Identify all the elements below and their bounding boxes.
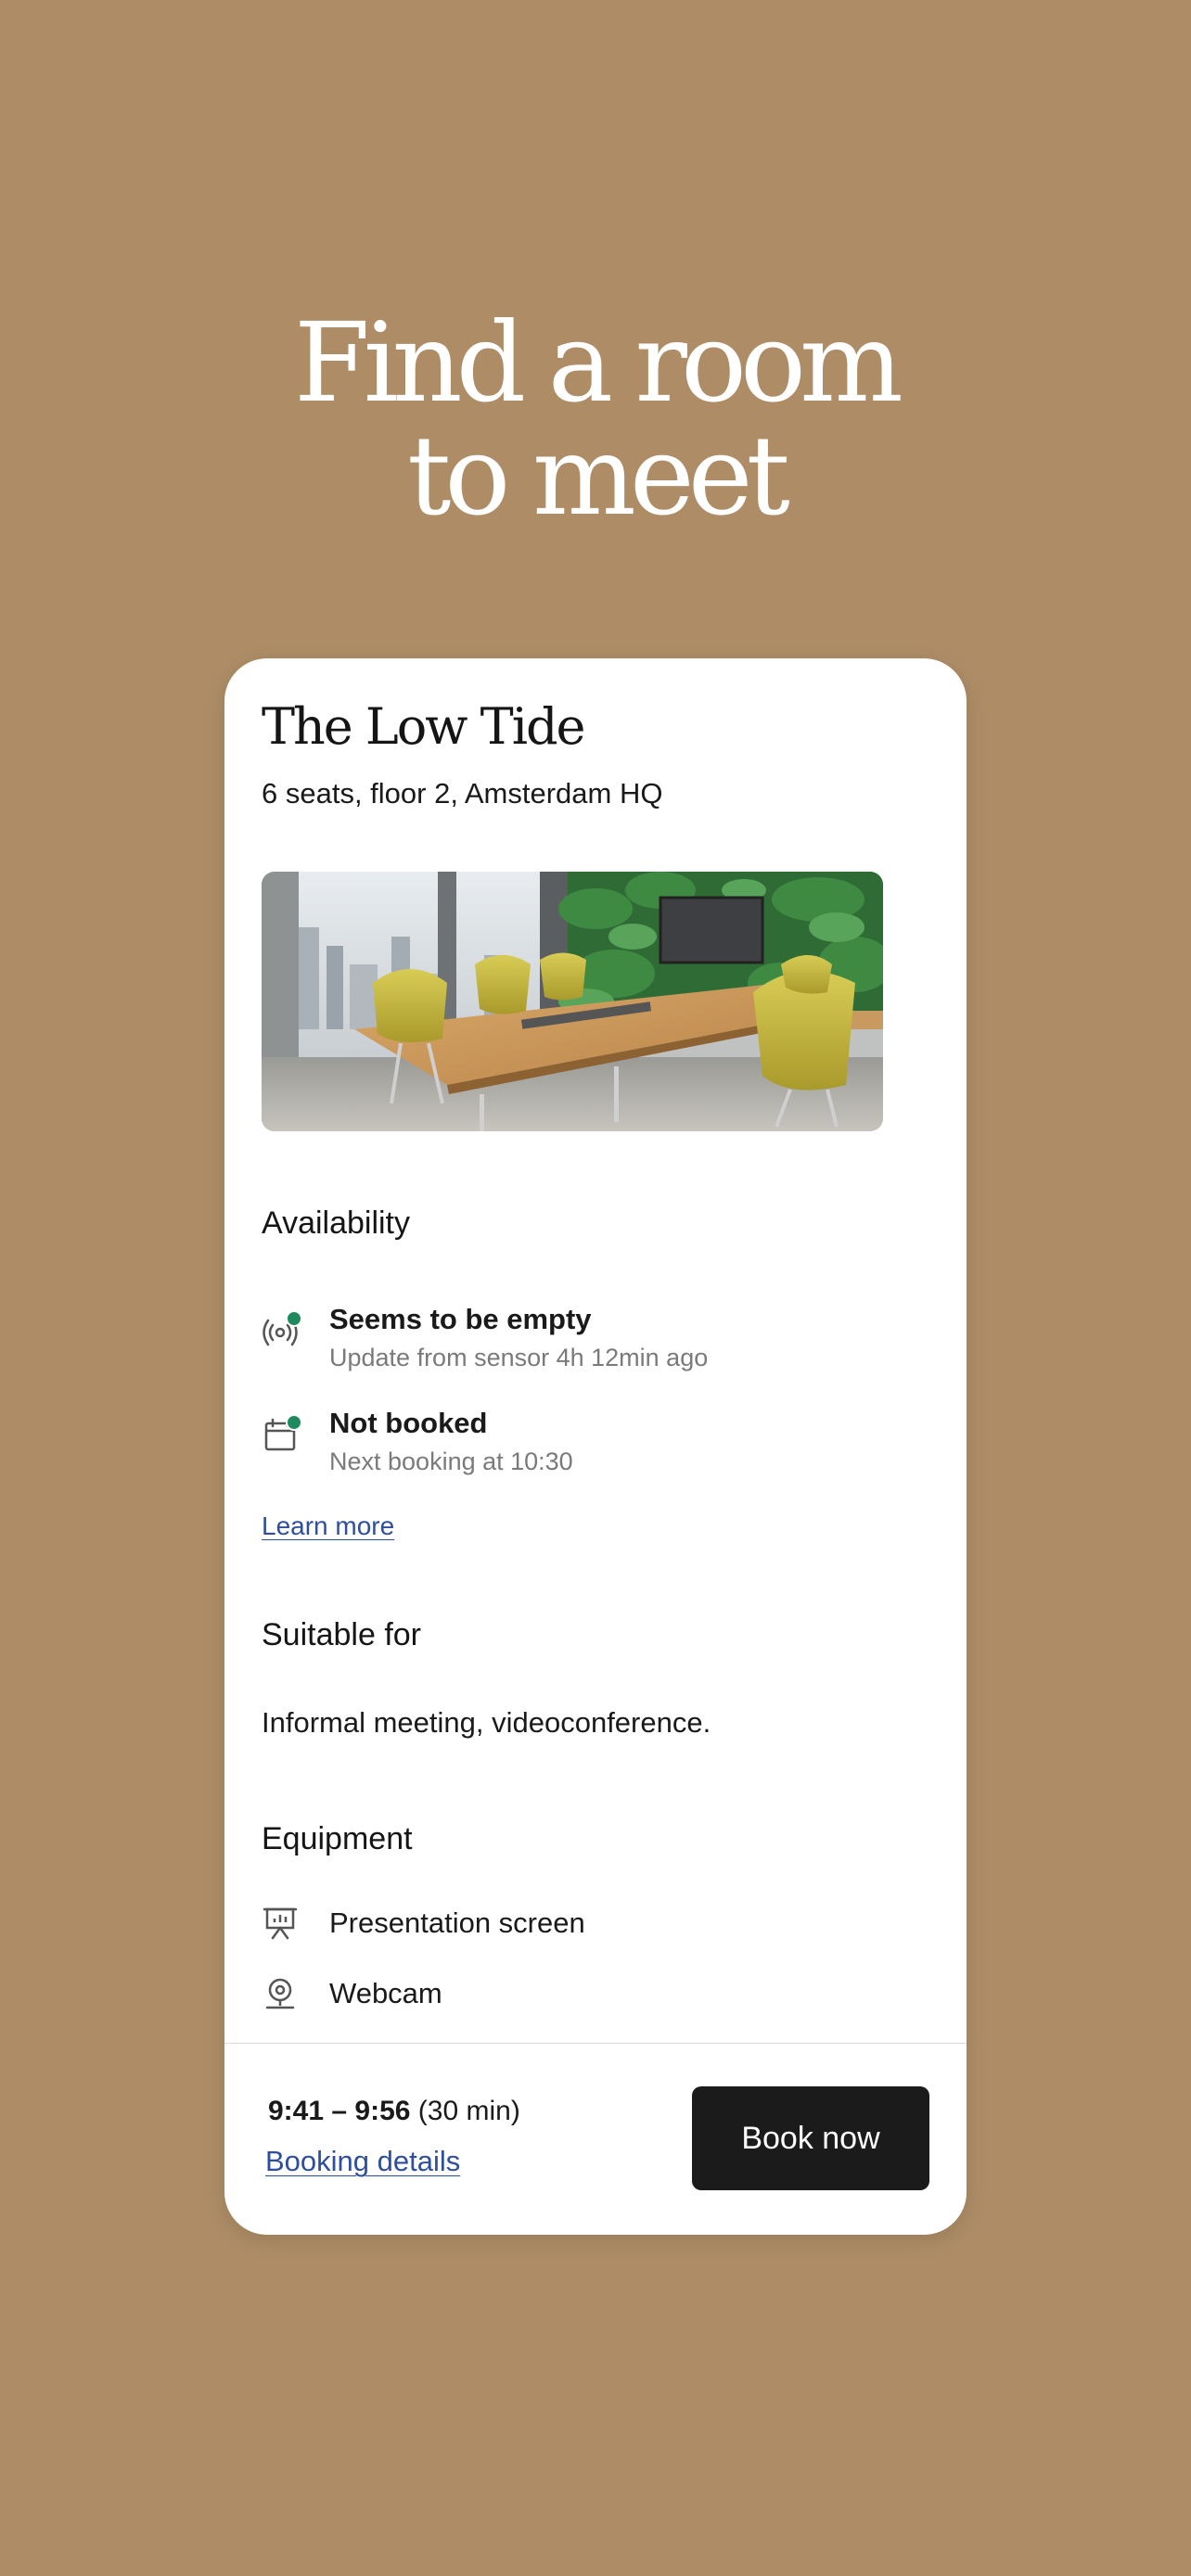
room-details: 6 seats, floor 2, Amsterdam HQ <box>262 777 663 810</box>
calendar-icon <box>262 1414 302 1455</box>
meeting-room-image <box>262 872 883 1131</box>
suitable-for-text: Informal meeting, videoconference. <box>262 1706 711 1739</box>
hero-line-2: to meet <box>407 412 790 540</box>
room-photo <box>262 872 883 1131</box>
hero-line-1: Find a room <box>294 299 903 427</box>
booking-time-range: 9:41 – 9:56 (30 min) <box>268 2096 520 2127</box>
webcam-icon <box>262 1975 299 2012</box>
booking-time: 9:41 – 9:56 <box>268 2096 411 2126</box>
status-dot-green <box>286 1310 302 1327</box>
book-now-button[interactable]: Book now <box>692 2086 929 2190</box>
sensor-icon <box>262 1310 302 1351</box>
equipment-heading: Equipment <box>262 1821 413 1856</box>
occupancy-subtitle: Update from sensor 4h 12min ago <box>329 1344 709 1371</box>
learn-more-link[interactable]: Learn more <box>262 1511 394 1541</box>
footer-divider <box>224 2043 967 2044</box>
presentation-screen-icon <box>262 1905 299 1942</box>
equipment-label: Presentation screen <box>329 1906 585 1939</box>
availability-heading: Availability <box>262 1205 411 1241</box>
occupancy-title: Seems to be empty <box>329 1303 592 1335</box>
occupancy-status: Seems to be empty Update from sensor 4h … <box>262 1303 929 1377</box>
booking-status-title: Not booked <box>329 1407 488 1439</box>
status-dot-green <box>286 1414 302 1431</box>
booking-duration: (30 min) <box>417 2096 520 2126</box>
room-card: The Low Tide 6 seats, floor 2, Amsterdam… <box>224 658 967 2235</box>
booking-status: Not booked Next booking at 10:30 <box>262 1407 929 1481</box>
suitable-for-heading: Suitable for <box>262 1617 421 1652</box>
booking-details-link[interactable]: Booking details <box>265 2145 460 2178</box>
booking-status-subtitle: Next booking at 10:30 <box>329 1447 573 1475</box>
equipment-label: Webcam <box>329 1977 442 2009</box>
hero-heading: Find a room to meet <box>0 306 1191 532</box>
room-name: The Low Tide <box>262 697 585 756</box>
